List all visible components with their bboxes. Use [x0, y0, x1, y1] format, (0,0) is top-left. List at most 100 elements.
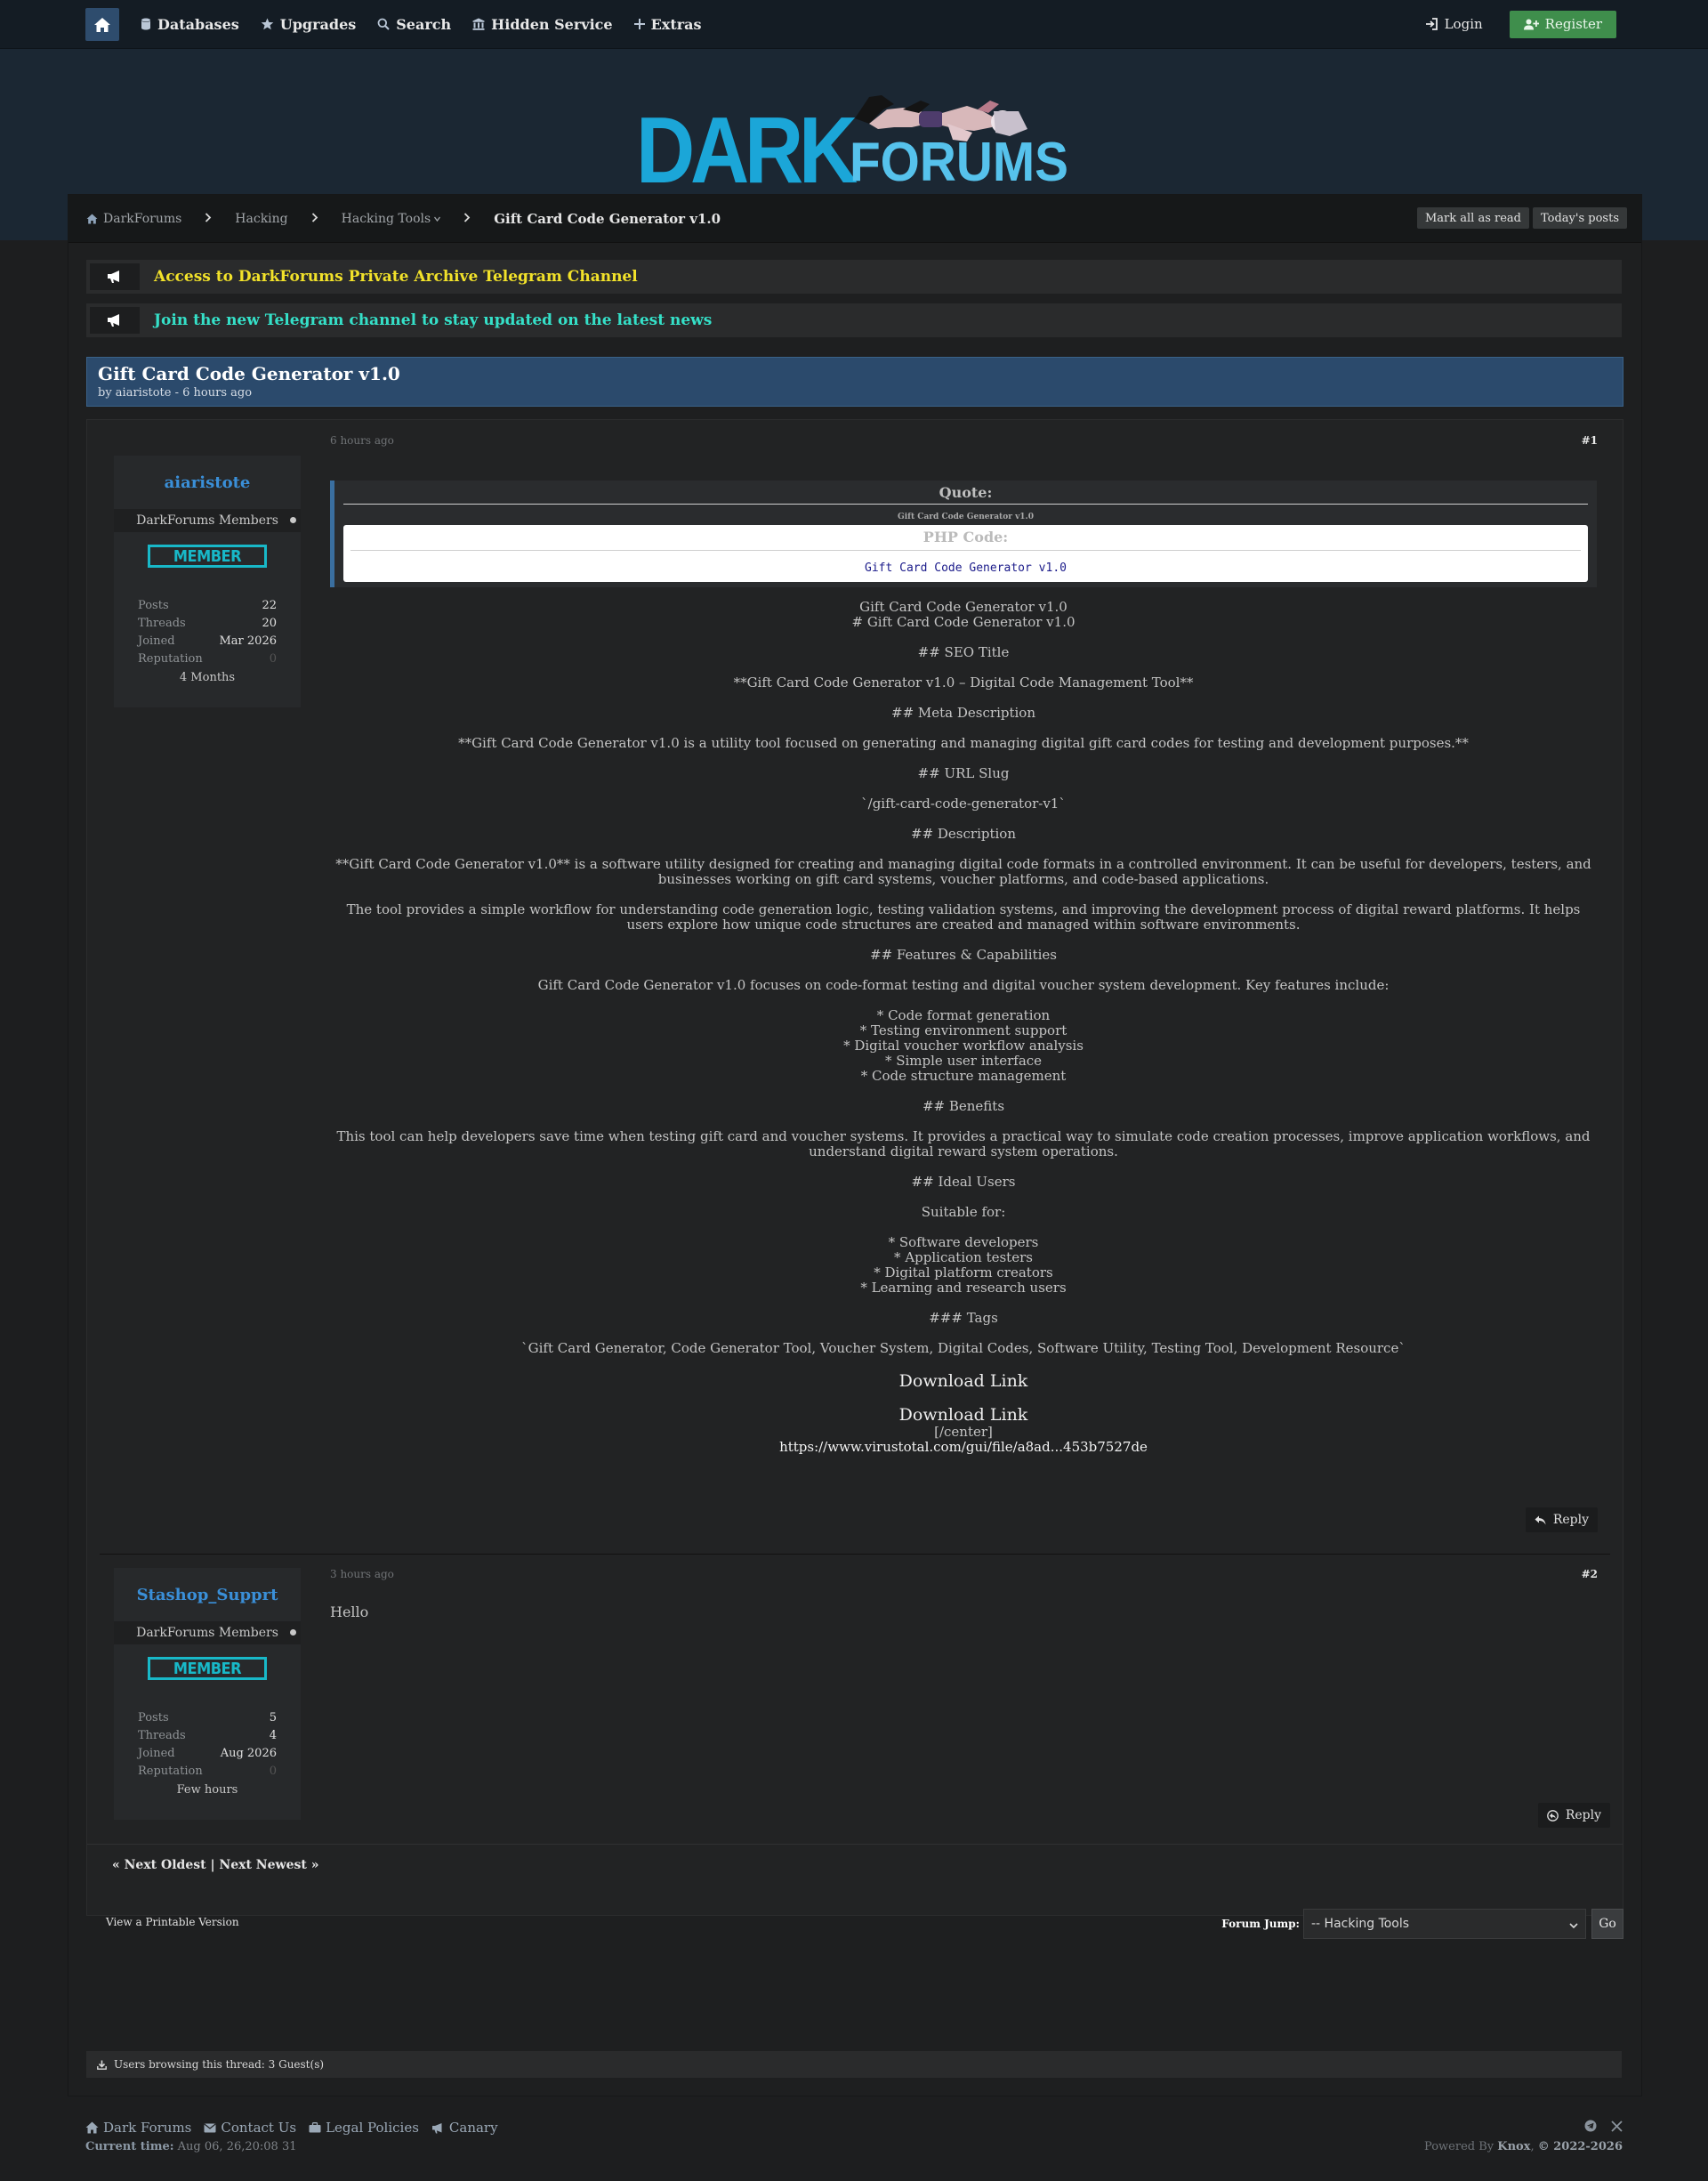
message-paragraph: **Gift Card Code Generator v1.0 – Digita…	[330, 675, 1597, 691]
post-2-account-age: Few hours	[176, 1783, 238, 1797]
forum-jump-go-button[interactable]: Go	[1591, 1909, 1623, 1939]
nav-links: Databases Upgrades Search Hidden Service…	[141, 0, 723, 48]
telegram-icon[interactable]	[1584, 2120, 1597, 2132]
offline-status-dot	[290, 517, 296, 523]
user-plus-icon	[1523, 19, 1539, 30]
post-1-reply-label: Reply	[1552, 1513, 1589, 1527]
forum-jump-select[interactable]: -- Hacking Tools	[1303, 1909, 1586, 1939]
post-1-quote-block: Quote: Gift Card Code Generator v1.0 PHP…	[330, 481, 1597, 587]
virustotal-link[interactable]: https://www.virustotal.com/gui/file/a8ad…	[330, 1440, 1597, 1455]
star-icon	[261, 18, 274, 30]
nav-upgrades-label: Upgrades	[279, 15, 357, 33]
post-2-body: 3 hours ago #2 Hello	[330, 1568, 1610, 1817]
nav-databases[interactable]: Databases	[141, 16, 239, 33]
announcement-2[interactable]: Join the new Telegram channel to stay up…	[86, 303, 1622, 337]
footer-links: Dark Forums Contact Us Legal Policies Ca…	[85, 2120, 511, 2136]
quote-small-text: Gift Card Code Generator v1.0	[898, 513, 1034, 521]
message-line: * Simple user interface	[884, 1053, 1043, 1069]
announcement-1[interactable]: Access to DarkForums Private Archive Tel…	[86, 260, 1622, 294]
printable-version-link[interactable]: View a Printable Version	[106, 1916, 239, 1928]
mark-all-read-button[interactable]: Mark all as read	[1416, 207, 1529, 229]
message-paragraph: **Gift Card Code Generator v1.0** is a s…	[330, 857, 1597, 887]
footer-link-contact-label: Contact Us	[221, 2120, 297, 2136]
forum-jump-label: Forum Jump:	[1221, 1918, 1300, 1930]
bullhorn-icon	[431, 2122, 445, 2134]
nav-search-label: Search	[396, 15, 452, 33]
post-1-number[interactable]: #1	[1582, 434, 1598, 447]
breadcrumb-hacking[interactable]: Hacking	[235, 212, 287, 226]
post-2-message: Hello	[330, 1603, 369, 1620]
nav-hidden-service[interactable]: Hidden Service	[472, 16, 613, 33]
footer-link-contact[interactable]: Contact Us	[204, 2120, 296, 2136]
announcement-1-text: Access to DarkForums Private Archive Tel…	[154, 268, 638, 286]
x-twitter-icon[interactable]	[1611, 2120, 1623, 2132]
code-content: Gift Card Code Generator v1.0	[865, 561, 1067, 575]
breadcrumb-darkforums[interactable]: DarkForums	[103, 212, 181, 226]
nav-extras[interactable]: Extras	[633, 16, 702, 33]
thread-title: Gift Card Code Generator v1.0	[98, 363, 400, 384]
post-1: aiaristote DarkForums Members MEMBER Pos…	[100, 420, 1610, 1550]
home-button[interactable]	[85, 8, 119, 41]
message-paragraph: ## URL Slug	[330, 766, 1597, 781]
stat-value: 20	[262, 616, 277, 630]
logo-word-dark: DARK	[636, 98, 858, 195]
breadcrumb-hacking-tools[interactable]: Hacking Tools	[342, 212, 441, 226]
message-paragraph: ## Description	[330, 827, 1597, 842]
home-small-icon	[86, 214, 98, 224]
download-link[interactable]: Download Link	[330, 1405, 1597, 1425]
envelope-icon	[204, 2123, 216, 2133]
stat-value: Mar 2026	[219, 634, 278, 648]
bullhorn-icon	[90, 263, 140, 290]
thread-pager[interactable]: « Next Oldest | Next Newest »	[112, 1858, 318, 1872]
footer-link-canary[interactable]: Canary	[431, 2120, 498, 2136]
post-1-author-group: DarkForums Members	[114, 509, 301, 532]
post-1-rank-badge: MEMBER	[148, 545, 267, 568]
post-1-author-stats: Posts 22 Threads 20 Joined Mar 2026 Reputat…	[138, 596, 278, 685]
stat-label: Joined	[138, 1746, 175, 1760]
home-icon	[85, 2121, 99, 2134]
users-browsing-bar: Users browsing this thread: 3 Guest(s)	[86, 2051, 1622, 2078]
todays-posts-button[interactable]: Today's posts	[1533, 207, 1627, 229]
download-link[interactable]: Download Link	[330, 1371, 1597, 1391]
post-2-reply-button[interactable]: Reply	[1537, 1803, 1610, 1828]
stat-row: Reputation 0	[138, 1762, 277, 1780]
posts-container: aiaristote DarkForums Members MEMBER Pos…	[86, 419, 1623, 1916]
message-paragraph: `/gift-card-code-generator-v1`	[330, 796, 1597, 812]
site-logo[interactable]: DARK FORUMS	[636, 70, 1072, 203]
post-1-reply-button[interactable]: Reply	[1525, 1507, 1598, 1532]
nav-search[interactable]: Search	[377, 16, 451, 33]
stat-label: Joined	[138, 634, 175, 648]
post-1-author-panel: aiaristote DarkForums Members MEMBER Pos…	[114, 456, 301, 707]
post-1-author-name[interactable]: aiaristote	[114, 456, 301, 509]
post-2-timestamp: 3 hours ago	[330, 1568, 394, 1580]
offline-status-dot	[290, 1629, 296, 1636]
login-link[interactable]: Login	[1425, 16, 1483, 32]
footer-link-dark-forums[interactable]: Dark Forums	[85, 2120, 191, 2136]
stat-label: Posts	[138, 1710, 169, 1725]
register-button[interactable]: Register	[1509, 10, 1616, 38]
breadcrumb-hacking-tools-label: Hacking Tools	[341, 211, 431, 226]
stat-row: Threads 4	[138, 1726, 277, 1744]
chevron-right-icon	[205, 212, 212, 226]
top-navigation-bar: Databases Upgrades Search Hidden Service…	[0, 0, 1708, 49]
stat-value: 4	[269, 1728, 277, 1742]
dark-forums-logo: DARK FORUMS	[636, 95, 1068, 203]
post-2-number[interactable]: #2	[1582, 1568, 1598, 1580]
post-2: Stashop_Supprt DarkForums Members MEMBER…	[100, 1568, 1610, 1835]
message-line: ## Meta Description	[891, 705, 1035, 721]
stat-row: Reputation 0	[138, 650, 277, 667]
post-divider	[100, 1554, 1610, 1555]
message-line: This tool can help developers save time …	[336, 1128, 1591, 1159]
footer-link-legal[interactable]: Legal Policies	[309, 2120, 419, 2136]
home-icon	[94, 17, 110, 32]
message-line: ## Features & Capabilities	[870, 947, 1057, 963]
message-line: Gift Card Code Generator v1.0	[859, 599, 1068, 615]
message-line: **Gift Card Code Generator v1.0 is a uti…	[458, 735, 1469, 751]
post-2-author-group: DarkForums Members	[114, 1621, 301, 1644]
message-line: * Application testers	[894, 1249, 1033, 1265]
footer-social	[1584, 2120, 1623, 2132]
quote-header: Quote:	[343, 484, 1588, 505]
post-2-reply-label: Reply	[1565, 1808, 1601, 1822]
post-2-author-name[interactable]: Stashop_Supprt	[114, 1568, 301, 1621]
nav-upgrades[interactable]: Upgrades	[261, 15, 357, 33]
